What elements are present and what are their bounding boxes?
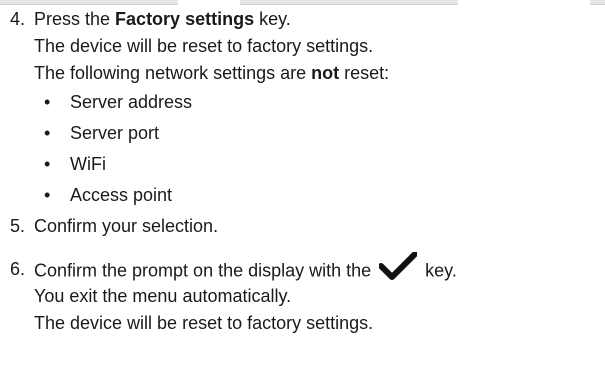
emphasis: not <box>311 63 340 83</box>
step-4-note: The following network settings are not r… <box>34 62 389 84</box>
top-bar-segment <box>0 0 178 5</box>
bullet-icon: • <box>44 123 51 143</box>
step-6-result: You exit the menu automatically. <box>34 286 292 306</box>
top-cropped-bar <box>0 0 605 6</box>
bullet-icon: • <box>44 185 51 205</box>
bullet-icon: • <box>44 154 51 174</box>
step-4-result: The device will be reset to factory sett… <box>34 36 374 56</box>
note-text: The following network settings are <box>34 63 312 83</box>
checkmark-icon <box>378 251 419 285</box>
step-number: 6. <box>10 259 26 279</box>
list-item: WiFi <box>70 154 106 174</box>
top-bar-segment <box>240 0 458 5</box>
list-item: Server address <box>70 92 193 112</box>
key-name: Factory settings <box>115 9 255 29</box>
step-4-instruction: Press the Factory settings key. <box>34 8 291 30</box>
top-bar-segment <box>590 0 605 5</box>
step-number: 4. <box>10 9 26 29</box>
step-text: key. <box>254 9 291 29</box>
step-6-instruction: Confirm the prompt on the display with t… <box>34 251 457 285</box>
step-number: 5. <box>10 216 26 236</box>
note-text: reset: <box>339 63 390 83</box>
step-5-instruction: Confirm your selection. <box>34 216 219 236</box>
step-6-note: The device will be reset to factory sett… <box>34 313 374 333</box>
step-text: Confirm the prompt on the display with t… <box>34 260 372 281</box>
list-item: Access point <box>70 185 173 205</box>
step-text: key. <box>425 260 457 281</box>
bullet-icon: • <box>44 92 51 112</box>
step-text: Press the <box>34 9 116 29</box>
list-item: Server port <box>70 123 160 143</box>
